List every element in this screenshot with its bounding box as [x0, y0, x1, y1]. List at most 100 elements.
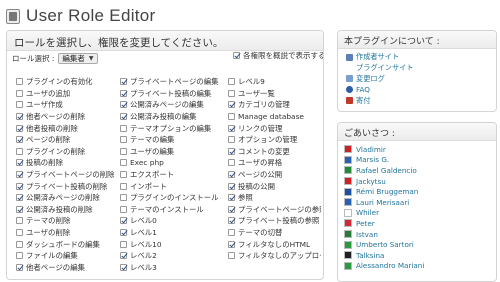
- capability-item[interactable]: ダッシュボードの編集: [16, 239, 120, 250]
- thanks-user[interactable]: Peter: [344, 218, 490, 229]
- capability-item[interactable]: プライベート投稿の削除: [16, 181, 120, 192]
- capability-item[interactable]: 他者ページの削除: [16, 111, 120, 122]
- capability-item[interactable]: プラグインのインストール: [120, 192, 228, 203]
- capability-item[interactable]: ユーザの削除: [16, 227, 120, 238]
- capability-checkbox[interactable]: [16, 159, 23, 167]
- thanks-user[interactable]: Istvan: [344, 229, 490, 240]
- capability-item[interactable]: 公開済み投稿の削除: [16, 204, 120, 215]
- capability-checkbox[interactable]: [16, 171, 23, 179]
- capability-checkbox[interactable]: [120, 240, 127, 248]
- capability-checkbox[interactable]: [228, 124, 235, 132]
- capability-checkbox[interactable]: [120, 217, 127, 225]
- thanks-user[interactable]: Umberto Sartori: [344, 239, 490, 250]
- capability-item[interactable]: 投稿の削除: [16, 157, 120, 168]
- capability-checkbox[interactable]: [16, 240, 23, 248]
- thanks-user[interactable]: Whiler: [344, 208, 490, 219]
- capability-checkbox[interactable]: [120, 136, 127, 144]
- about-link[interactable]: 変更ログ: [346, 74, 488, 85]
- capability-item[interactable]: カテゴリの管理: [228, 99, 321, 110]
- capability-checkbox[interactable]: [16, 136, 23, 144]
- capability-checkbox[interactable]: [16, 124, 23, 132]
- capability-item[interactable]: 他者ページの編集: [16, 262, 120, 273]
- capability-item[interactable]: レベル1: [120, 227, 228, 238]
- about-link[interactable]: 寄付: [346, 95, 488, 106]
- capability-checkbox[interactable]: [16, 217, 23, 225]
- capability-checkbox[interactable]: [228, 194, 235, 202]
- capability-checkbox[interactable]: [16, 205, 23, 213]
- capability-checkbox[interactable]: [120, 89, 127, 97]
- capability-checkbox[interactable]: [228, 252, 235, 260]
- capability-checkbox[interactable]: [120, 113, 127, 121]
- capability-item[interactable]: Exec php: [120, 158, 228, 167]
- capability-item[interactable]: ページの削除: [16, 134, 120, 145]
- capability-item[interactable]: レベル3: [120, 262, 228, 273]
- thanks-user[interactable]: Marsis G.: [344, 155, 490, 166]
- capability-item[interactable]: レベル9: [228, 76, 321, 87]
- capability-item[interactable]: テーマの切替: [228, 227, 321, 238]
- capability-item[interactable]: プラグインの削除: [16, 146, 120, 157]
- capability-item[interactable]: レベル10: [120, 239, 228, 250]
- capability-checkbox[interactable]: [228, 89, 235, 97]
- capability-checkbox[interactable]: [228, 113, 235, 121]
- capability-checkbox[interactable]: [120, 171, 127, 179]
- capability-checkbox[interactable]: [228, 101, 235, 109]
- capability-item[interactable]: プライベート投稿の参照: [228, 215, 321, 226]
- capability-item[interactable]: エクスポート: [120, 169, 228, 180]
- thanks-user[interactable]: Rémi Bruggeman: [344, 186, 490, 197]
- capability-checkbox[interactable]: [228, 147, 235, 155]
- capability-item[interactable]: ユーザの昇格: [228, 157, 321, 168]
- capability-item[interactable]: フィルタなしのアップロード: [228, 250, 321, 261]
- capability-checkbox[interactable]: [16, 78, 23, 86]
- capability-item[interactable]: プライベートページの編集: [120, 76, 228, 87]
- overview-checkbox[interactable]: [233, 52, 240, 59]
- capability-item[interactable]: テーマの削除: [16, 215, 120, 226]
- capability-item[interactable]: プラグインの有効化: [16, 76, 120, 87]
- capability-item[interactable]: テーマのインストール: [120, 204, 228, 215]
- capability-item[interactable]: インポート: [120, 181, 228, 192]
- capability-checkbox[interactable]: [120, 78, 127, 86]
- capability-item[interactable]: プライベートページの削除: [16, 169, 120, 180]
- capability-item[interactable]: 投稿の公開: [228, 181, 321, 192]
- capability-item[interactable]: プライベート投稿の編集: [120, 88, 228, 99]
- capability-item[interactable]: テーマオプションの編集: [120, 123, 228, 134]
- capability-item[interactable]: ページの公開: [228, 169, 321, 180]
- capability-item[interactable]: コメントの変更: [228, 146, 321, 157]
- capability-item[interactable]: ユーザ一覧: [228, 88, 321, 99]
- about-link[interactable]: FAQ: [346, 84, 488, 95]
- thanks-user[interactable]: Vladimir: [344, 144, 490, 155]
- capability-item[interactable]: 公開済みページの削除: [16, 192, 120, 203]
- capability-checkbox[interactable]: [228, 159, 235, 167]
- role-select[interactable]: 編集者 ▼: [58, 53, 98, 64]
- capability-item[interactable]: フィルタなしのHTML: [228, 239, 321, 250]
- capability-checkbox[interactable]: [120, 194, 127, 202]
- capability-item[interactable]: 公開済み投稿の編集: [120, 111, 228, 122]
- capability-checkbox[interactable]: [120, 229, 127, 237]
- capability-item[interactable]: オプションの管理: [228, 134, 321, 145]
- capability-checkbox[interactable]: [120, 159, 127, 167]
- capability-checkbox[interactable]: [120, 182, 127, 190]
- thanks-user[interactable]: Talksina: [344, 250, 490, 261]
- capability-item[interactable]: 公開済みページの編集: [120, 99, 228, 110]
- capability-checkbox[interactable]: [16, 147, 23, 155]
- capability-item[interactable]: レベル2: [120, 250, 228, 261]
- capability-checkbox[interactable]: [120, 124, 127, 132]
- about-link[interactable]: プラグインサイト: [346, 63, 488, 74]
- capability-item[interactable]: ユーザの追加: [16, 88, 120, 99]
- capability-checkbox[interactable]: [16, 182, 23, 190]
- capability-checkbox[interactable]: [228, 205, 235, 213]
- capability-checkbox[interactable]: [120, 205, 127, 213]
- capability-checkbox[interactable]: [16, 89, 23, 97]
- capability-checkbox[interactable]: [228, 78, 235, 86]
- capability-checkbox[interactable]: [228, 240, 235, 248]
- thanks-user[interactable]: Rafael Galdencio: [344, 165, 490, 176]
- capability-checkbox[interactable]: [120, 147, 127, 155]
- capability-checkbox[interactable]: [16, 101, 23, 109]
- capability-item[interactable]: Manage database: [228, 112, 321, 121]
- capability-checkbox[interactable]: [120, 252, 127, 260]
- capability-item[interactable]: ファイルの編集: [16, 250, 120, 261]
- capability-checkbox[interactable]: [228, 217, 235, 225]
- capability-item[interactable]: ユーザ作成: [16, 99, 120, 110]
- thanks-user[interactable]: Jackytsu: [344, 176, 490, 187]
- capability-item[interactable]: 参照: [228, 192, 321, 203]
- capability-checkbox[interactable]: [16, 252, 23, 260]
